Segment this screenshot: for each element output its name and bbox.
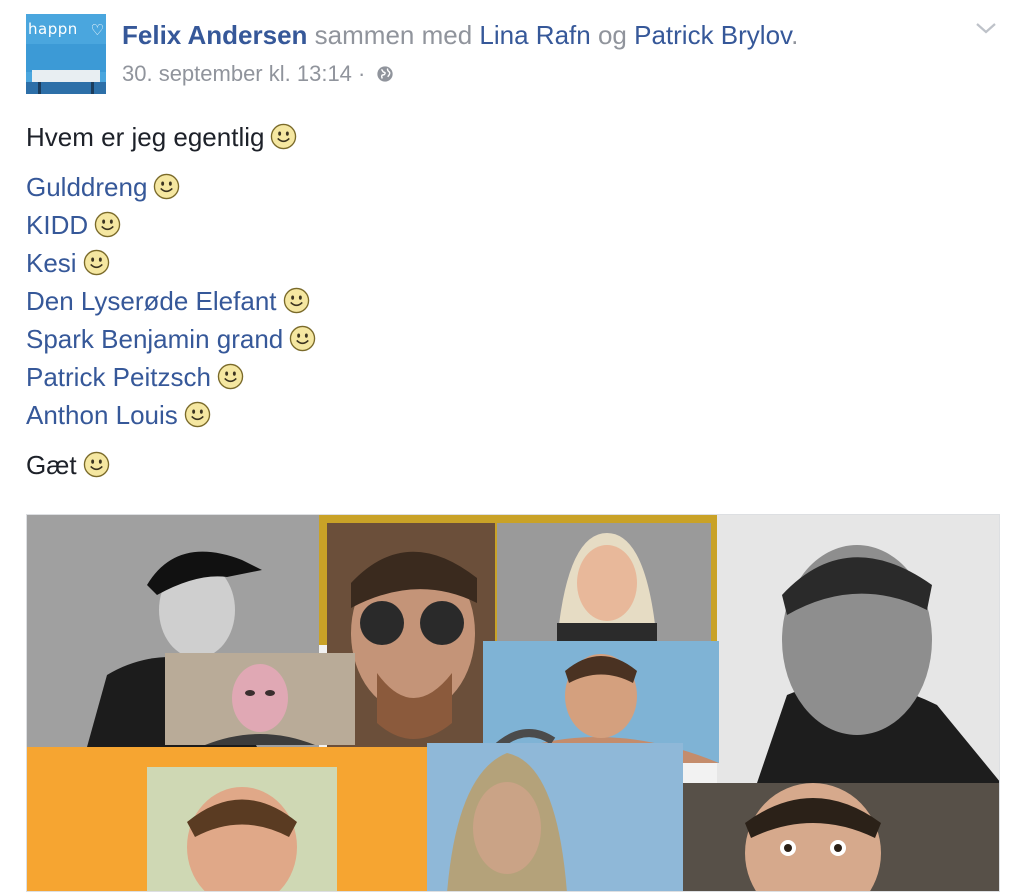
list-item: Patrick Peitzsch bbox=[26, 358, 986, 396]
smiley-emoji-icon bbox=[83, 249, 109, 276]
name-link-anthon-louis[interactable]: Anthon Louis bbox=[26, 400, 178, 430]
with-text: sammen med bbox=[314, 20, 473, 50]
name-link-kesi[interactable]: Kesi bbox=[26, 248, 77, 278]
meta-separator: · bbox=[358, 61, 366, 86]
smiley-emoji-icon bbox=[271, 123, 297, 150]
avatar-table-leg bbox=[91, 82, 94, 94]
tagged-names-list: Gulddreng KIDD Kesi Den Lyserøde Elefant… bbox=[26, 168, 986, 434]
avatar-table-leg bbox=[38, 82, 41, 94]
avatar-wall bbox=[26, 44, 106, 72]
smiley-emoji-icon bbox=[184, 401, 211, 428]
smiley-emoji-icon bbox=[154, 173, 180, 200]
list-item: KIDD bbox=[26, 206, 986, 244]
list-item: Gulddreng bbox=[26, 168, 986, 206]
collage-photo-bw-portrait bbox=[717, 515, 999, 783]
name-link-gulddreng[interactable]: Gulddreng bbox=[26, 172, 147, 202]
smiley-emoji-icon bbox=[283, 287, 309, 314]
period-text: . bbox=[791, 20, 799, 50]
list-item: Den Lyserøde Elefant bbox=[26, 282, 986, 320]
list-item: Spark Benjamin grand bbox=[26, 320, 986, 358]
post-photo-collage[interactable] bbox=[26, 514, 1000, 892]
author-name-link[interactable]: Felix Andersen bbox=[122, 20, 307, 50]
name-link-patrick-peitzsch[interactable]: Patrick Peitzsch bbox=[26, 362, 211, 392]
author-avatar[interactable]: happn ♡ bbox=[26, 14, 106, 94]
list-item: Anthon Louis bbox=[26, 396, 986, 434]
list-item: Kesi bbox=[26, 244, 986, 282]
smiley-emoji-icon bbox=[217, 363, 244, 390]
and-text: og bbox=[597, 20, 627, 50]
post-outro-text: Gæt bbox=[26, 450, 77, 480]
smiley-emoji-icon bbox=[94, 211, 121, 238]
collage-photo-money-man bbox=[27, 747, 427, 891]
feed-post: happn ♡ Felix Andersen sammen med Lina R… bbox=[0, 0, 1020, 892]
post-intro-line: Hvem er jeg egentlig bbox=[26, 118, 986, 156]
smiley-emoji-icon bbox=[290, 325, 316, 352]
chevron-down-icon[interactable] bbox=[974, 18, 998, 38]
smiley-emoji-icon bbox=[83, 451, 109, 478]
post-intro-text: Hvem er jeg egentlig bbox=[26, 122, 265, 152]
post-meta: 30. september kl. 13:14 · bbox=[122, 60, 394, 88]
post-header: Felix Andersen sammen med Lina Rafn og P… bbox=[122, 18, 798, 52]
post-body: Hvem er jeg egentlig Gulddreng KIDD Kesi… bbox=[26, 118, 986, 484]
tagged-user-link-2[interactable]: Patrick Brylov bbox=[634, 20, 791, 50]
avatar-table bbox=[32, 70, 100, 82]
collage-photo-long-hair-man bbox=[427, 743, 683, 891]
name-link-spark-benjamin-grand[interactable]: Spark Benjamin grand bbox=[26, 324, 283, 354]
collage-photo-blonde-woman bbox=[497, 523, 711, 643]
globe-icon[interactable] bbox=[376, 65, 394, 83]
collage-photo-pink-balaclava bbox=[165, 653, 355, 745]
name-link-kidd[interactable]: KIDD bbox=[26, 210, 88, 240]
tagged-user-link-1[interactable]: Lina Rafn bbox=[479, 20, 590, 50]
heart-icon: ♡ bbox=[90, 22, 104, 39]
post-outro-line: Gæt bbox=[26, 446, 986, 484]
name-link-den-lyserode-elefant[interactable]: Den Lyserøde Elefant bbox=[26, 286, 277, 316]
avatar-logo-text: happn bbox=[28, 20, 78, 38]
timestamp-link[interactable]: 30. september kl. 13:14 bbox=[122, 61, 352, 86]
collage-photo-surprised-man bbox=[683, 783, 999, 891]
